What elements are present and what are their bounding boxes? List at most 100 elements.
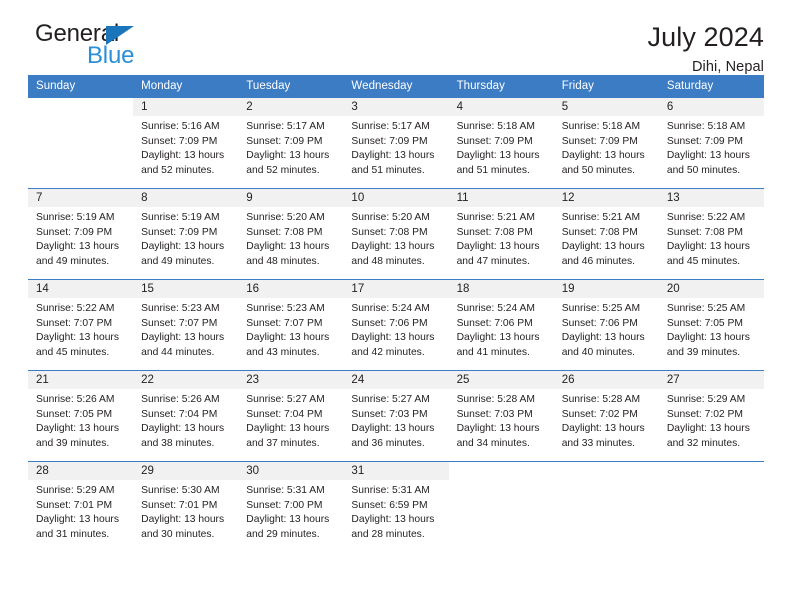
day-sun-info: Sunrise: 5:22 AM Sunset: 7:07 PM Daylight:… [28, 298, 133, 360]
calendar-day-cell[interactable]: 29 Sunrise: 5:30 AM Sunset: 7:01 PM Dayligh… [133, 461, 239, 552]
sunset-text: Sunset: 7:09 PM [351, 135, 428, 147]
calendar-week-row: 7 Sunrise: 5:19 AM Sunset: 7:09 PM Daylight… [28, 188, 764, 280]
sunrise-text: Sunrise: 5:24 AM [351, 303, 430, 314]
day-sun-info: Sunrise: 5:28 AM Sunset: 7:03 PM Daylight:… [449, 389, 554, 451]
calendar-day-cell[interactable]: 13 Sunrise: 5:22 AM Sunset: 7:08 PM Dayligh… [658, 188, 764, 280]
day-number: 27 [658, 371, 764, 389]
day-sun-info [28, 116, 133, 120]
sunset-text: Sunset: 7:07 PM [246, 317, 323, 329]
daylight-text: Daylight: 13 hours and 34 minutes. [456, 423, 540, 449]
daylight-text: Daylight: 13 hours and 51 minutes. [456, 150, 540, 176]
sunrise-text: Sunrise: 5:25 AM [561, 303, 641, 314]
daylight-text: Daylight: 13 hours and 28 minutes. [351, 514, 435, 540]
day-sun-info: Sunrise: 5:25 AM Sunset: 7:06 PM Daylight:… [554, 298, 659, 360]
calendar-day-cell[interactable]: 14 Sunrise: 5:22 AM Sunset: 7:07 PM Dayligh… [28, 279, 134, 371]
calendar-day-cell[interactable]: 22 Sunrise: 5:26 AM Sunset: 7:04 PM Dayligh… [133, 370, 239, 462]
day-cell-content: 24 Sunrise: 5:27 AM Sunset: 7:03 PM Dayligh… [343, 371, 449, 461]
sunrise-text: Sunrise: 5:22 AM [666, 212, 746, 223]
sunrise-text: Sunrise: 5:20 AM [246, 212, 325, 223]
sunset-text: Sunset: 7:01 PM [36, 499, 113, 511]
calendar-day-cell[interactable]: 20 Sunrise: 5:25 AM Sunset: 7:05 PM Dayligh… [658, 279, 764, 371]
sunrise-text: Sunrise: 5:18 AM [456, 121, 535, 132]
calendar-day-cell[interactable]: 30 Sunrise: 5:31 AM Sunset: 7:00 PM Dayligh… [238, 461, 344, 552]
sunrise-text: Sunrise: 5:25 AM [666, 303, 746, 314]
calendar-day-cell[interactable]: 10 Sunrise: 5:20 AM Sunset: 7:08 PM Dayligh… [343, 188, 449, 280]
day-cell-content [28, 98, 134, 188]
calendar-week-row: 21 Sunrise: 5:26 AM Sunset: 7:05 PM Dayligh… [28, 370, 764, 462]
daylight-text: Daylight: 13 hours and 39 minutes. [666, 332, 750, 358]
sunrise-text: Sunrise: 5:21 AM [456, 212, 535, 223]
daylight-text: Daylight: 13 hours and 44 minutes. [141, 332, 225, 358]
day-cell-content [553, 462, 659, 552]
calendar-day-cell[interactable]: 21 Sunrise: 5:26 AM Sunset: 7:05 PM Dayligh… [28, 370, 134, 462]
calendar-day-cell[interactable]: 11 Sunrise: 5:21 AM Sunset: 7:08 PM Dayligh… [448, 188, 554, 280]
daylight-text: Daylight: 13 hours and 41 minutes. [456, 332, 540, 358]
day-cell-content: 30 Sunrise: 5:31 AM Sunset: 7:00 PM Dayligh… [238, 462, 344, 552]
calendar-day-cell[interactable]: 16 Sunrise: 5:23 AM Sunset: 7:07 PM Dayligh… [238, 279, 344, 371]
calendar-day-cell[interactable]: 15 Sunrise: 5:23 AM Sunset: 7:07 PM Dayligh… [133, 279, 239, 371]
day-number: 1 [133, 98, 239, 116]
calendar-day-cell[interactable]: 5 Sunrise: 5:18 AM Sunset: 7:09 PM Daylight… [553, 97, 659, 189]
sunrise-text: Sunrise: 5:29 AM [36, 485, 115, 496]
calendar-day-cell[interactable]: 19 Sunrise: 5:25 AM Sunset: 7:06 PM Dayligh… [553, 279, 659, 371]
day-sun-info: Sunrise: 5:27 AM Sunset: 7:04 PM Daylight:… [238, 389, 343, 451]
sunrise-text: Sunrise: 5:18 AM [561, 121, 641, 132]
day-number [658, 462, 764, 480]
day-cell-content: 14 Sunrise: 5:22 AM Sunset: 7:07 PM Dayligh… [28, 280, 134, 370]
calendar-day-cell[interactable]: 23 Sunrise: 5:27 AM Sunset: 7:04 PM Dayligh… [238, 370, 344, 462]
sunrise-text: Sunrise: 5:27 AM [246, 394, 325, 405]
day-number: 17 [343, 280, 449, 298]
daylight-text: Daylight: 13 hours and 43 minutes. [246, 332, 330, 358]
calendar-day-cell[interactable]: 27 Sunrise: 5:29 AM Sunset: 7:02 PM Dayligh… [658, 370, 764, 462]
calendar-day-cell[interactable]: 25 Sunrise: 5:28 AM Sunset: 7:03 PM Dayligh… [448, 370, 554, 462]
sunset-text: Sunset: 7:02 PM [561, 408, 638, 420]
calendar-day-cell[interactable]: 2 Sunrise: 5:17 AM Sunset: 7:09 PM Daylight… [238, 97, 344, 189]
day-cell-content: 23 Sunrise: 5:27 AM Sunset: 7:04 PM Dayligh… [238, 371, 344, 461]
calendar-day-cell[interactable]: 9 Sunrise: 5:20 AM Sunset: 7:08 PM Daylight… [238, 188, 344, 280]
daylight-text: Daylight: 13 hours and 29 minutes. [246, 514, 330, 540]
sunrise-text: Sunrise: 5:28 AM [456, 394, 535, 405]
daylight-text: Daylight: 13 hours and 52 minutes. [246, 150, 330, 176]
calendar-day-cell[interactable]: 3 Sunrise: 5:17 AM Sunset: 7:09 PM Daylight… [343, 97, 449, 189]
day-number: 29 [133, 462, 239, 480]
day-sun-info: Sunrise: 5:22 AM Sunset: 7:08 PM Daylight:… [659, 207, 764, 269]
day-sun-info [659, 480, 764, 484]
sunset-text: Sunset: 7:09 PM [141, 135, 218, 147]
daylight-text: Daylight: 13 hours and 37 minutes. [246, 423, 330, 449]
calendar-day-cell[interactable]: 8 Sunrise: 5:19 AM Sunset: 7:09 PM Daylight… [133, 188, 239, 280]
calendar-day-cell[interactable]: 7 Sunrise: 5:19 AM Sunset: 7:09 PM Daylight… [28, 188, 134, 280]
calendar-day-cell[interactable]: 6 Sunrise: 5:18 AM Sunset: 7:09 PM Daylight… [658, 97, 764, 189]
day-sun-info [554, 480, 659, 484]
sunset-text: Sunset: 7:07 PM [36, 317, 113, 329]
daylight-text: Daylight: 13 hours and 46 minutes. [561, 241, 645, 267]
day-cell-content: 10 Sunrise: 5:20 AM Sunset: 7:08 PM Dayligh… [343, 189, 449, 279]
calendar-day-cell[interactable]: 26 Sunrise: 5:28 AM Sunset: 7:02 PM Dayligh… [553, 370, 659, 462]
weekday-header-sunday: Sunday [28, 75, 134, 98]
calendar-day-cell[interactable]: 24 Sunrise: 5:27 AM Sunset: 7:03 PM Dayligh… [343, 370, 449, 462]
calendar-day-cell[interactable]: 18 Sunrise: 5:24 AM Sunset: 7:06 PM Dayligh… [448, 279, 554, 371]
sunrise-text: Sunrise: 5:23 AM [246, 303, 325, 314]
calendar-day-cell[interactable]: 31 Sunrise: 5:31 AM Sunset: 6:59 PM Dayligh… [343, 461, 449, 552]
sunset-text: Sunset: 7:06 PM [456, 317, 533, 329]
calendar-day-cell[interactable]: 17 Sunrise: 5:24 AM Sunset: 7:06 PM Dayligh… [343, 279, 449, 371]
day-cell-content: 28 Sunrise: 5:29 AM Sunset: 7:01 PM Dayligh… [28, 462, 134, 552]
day-cell-content: 27 Sunrise: 5:29 AM Sunset: 7:02 PM Dayligh… [658, 371, 764, 461]
sunrise-text: Sunrise: 5:26 AM [141, 394, 220, 405]
calendar-day-cell[interactable]: 12 Sunrise: 5:21 AM Sunset: 7:08 PM Dayligh… [553, 188, 659, 280]
day-cell-content: 18 Sunrise: 5:24 AM Sunset: 7:06 PM Dayligh… [448, 280, 554, 370]
day-number [28, 98, 134, 116]
day-number: 19 [553, 280, 659, 298]
day-cell-content: 31 Sunrise: 5:31 AM Sunset: 6:59 PM Dayligh… [343, 462, 449, 552]
daylight-text: Daylight: 13 hours and 42 minutes. [351, 332, 435, 358]
sunrise-text: Sunrise: 5:18 AM [666, 121, 746, 132]
day-number: 28 [28, 462, 134, 480]
day-cell-content: 17 Sunrise: 5:24 AM Sunset: 7:06 PM Dayligh… [343, 280, 449, 370]
calendar-day-cell[interactable]: 4 Sunrise: 5:18 AM Sunset: 7:09 PM Daylight… [448, 97, 554, 189]
day-number: 22 [133, 371, 239, 389]
calendar-day-cell[interactable]: 1 Sunrise: 5:16 AM Sunset: 7:09 PM Daylight… [133, 97, 239, 189]
day-number: 3 [343, 98, 449, 116]
calendar-day-cell[interactable]: 28 Sunrise: 5:29 AM Sunset: 7:01 PM Dayligh… [28, 461, 134, 552]
day-sun-info: Sunrise: 5:18 AM Sunset: 7:09 PM Daylight:… [554, 116, 659, 178]
day-number: 23 [238, 371, 344, 389]
day-number: 20 [658, 280, 764, 298]
